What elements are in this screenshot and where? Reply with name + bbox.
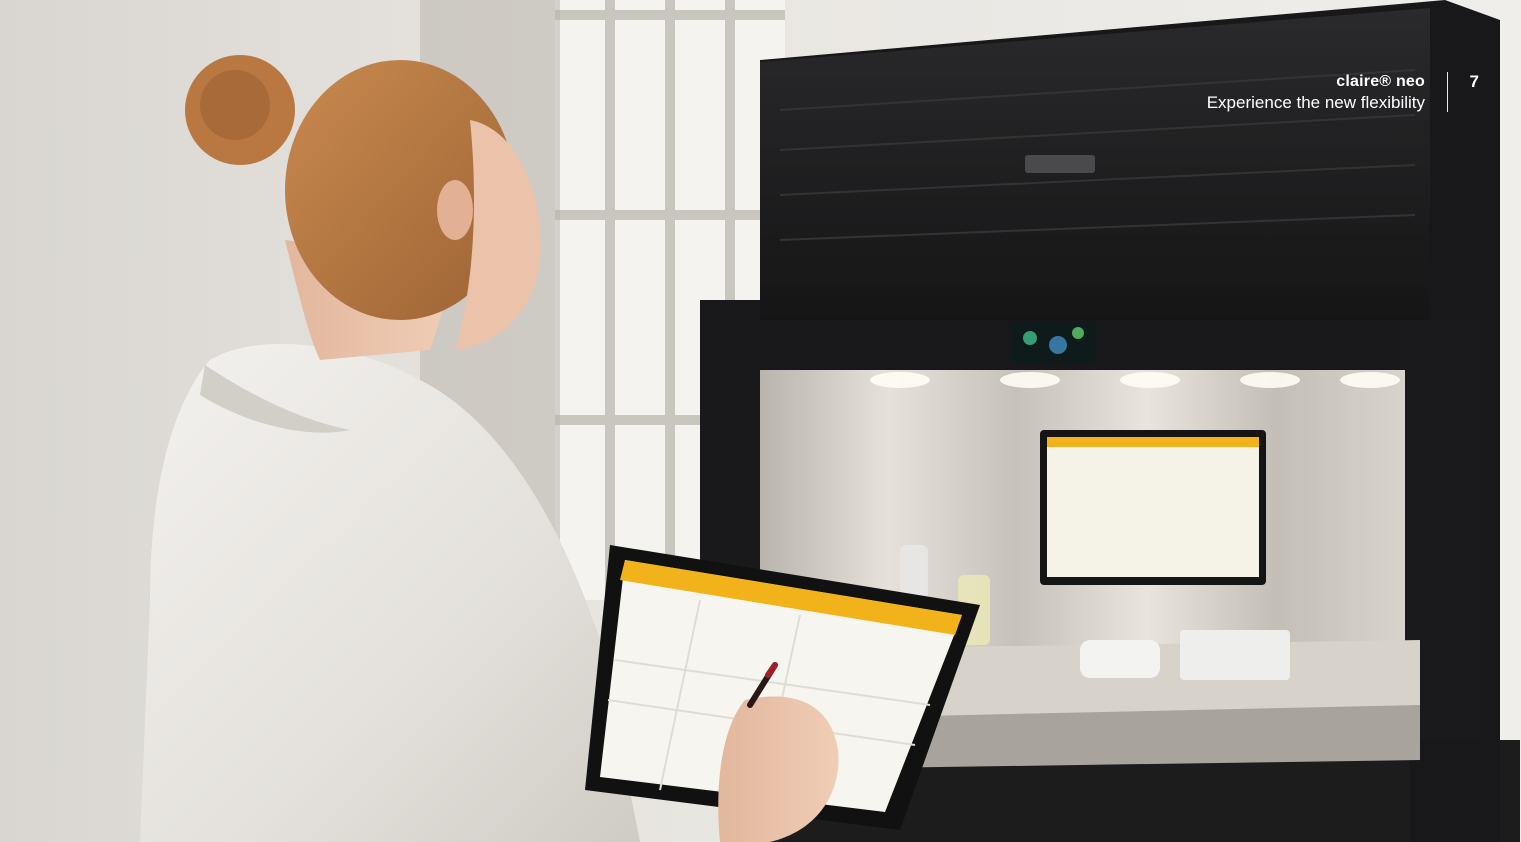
product-name: claire® neo (1336, 73, 1425, 90)
brochure-page: claire® neo Experience the new flexibili… (0, 0, 1521, 842)
header-block: claire® neo Experience the new flexibili… (1207, 72, 1425, 114)
tagline: Experience the new flexibility (1206, 93, 1425, 113)
lab-photo (0, 0, 1521, 842)
page-number: 7 (1469, 72, 1479, 91)
header-divider (1447, 72, 1448, 112)
